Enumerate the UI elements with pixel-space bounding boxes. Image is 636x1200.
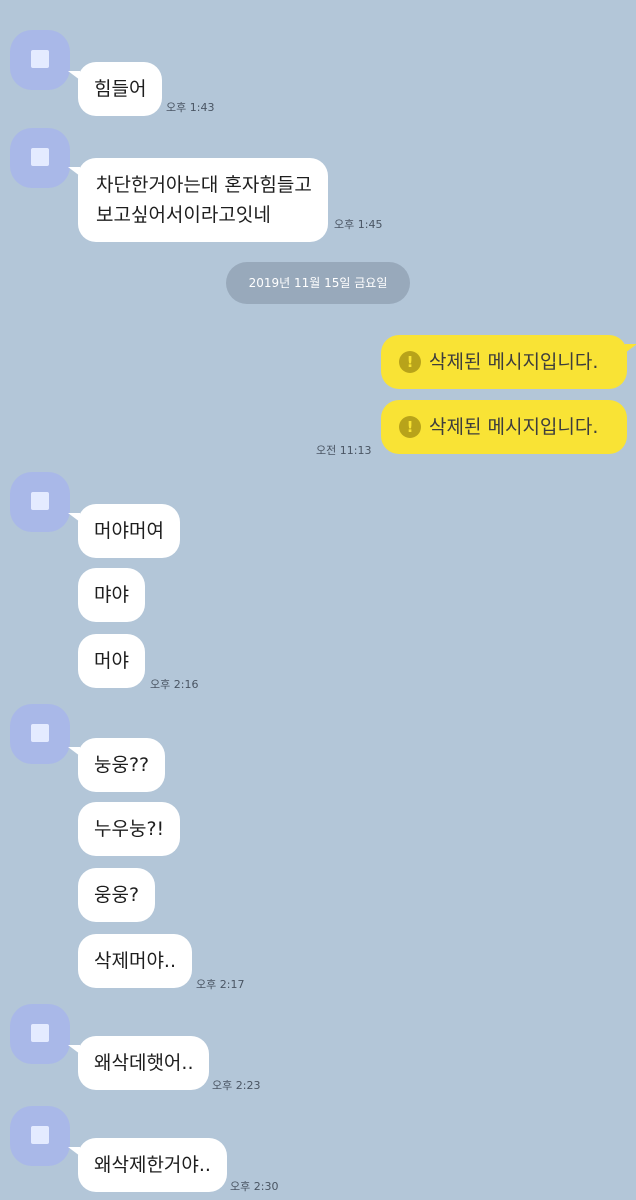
message-bubble[interactable]: 누우눙?! bbox=[78, 802, 181, 856]
avatar-placeholder-icon bbox=[31, 492, 49, 510]
message-time: 오전 11:13 bbox=[316, 444, 372, 457]
message-bubble[interactable]: 머야 bbox=[78, 634, 145, 688]
message-text: 삭제된 메시지입니다. bbox=[429, 416, 599, 438]
bubble-tail bbox=[68, 513, 80, 522]
sender-avatar[interactable] bbox=[10, 128, 70, 188]
message-time: 오후 1:45 bbox=[334, 218, 383, 231]
exclamation-circle-icon: ! bbox=[399, 351, 421, 373]
sender-avatar[interactable] bbox=[10, 704, 70, 764]
message-bubble[interactable]: 먀야 bbox=[78, 568, 145, 622]
avatar-placeholder-icon bbox=[31, 724, 49, 742]
message-bubble[interactable]: 왜삭데햇어.. bbox=[68, 1036, 210, 1090]
message-bubble[interactable]: 힘들어 bbox=[68, 62, 163, 116]
sender-avatar[interactable] bbox=[10, 1106, 70, 1166]
message-text: 삭제머야.. bbox=[94, 950, 176, 972]
message-bubble[interactable]: 웅웅? bbox=[78, 868, 156, 922]
message-text-line: 차단한거아는대 혼자힘들고 bbox=[96, 174, 312, 196]
message-bubble[interactable]: 차단한거아는대 혼자힘들고 보고싶어서이라고잇네 bbox=[68, 158, 328, 242]
bubble-tail bbox=[625, 344, 636, 353]
avatar-placeholder-icon bbox=[31, 50, 49, 68]
message-text: 머야머여 bbox=[94, 520, 164, 542]
bubble-tail bbox=[68, 71, 80, 80]
exclamation-circle-icon: ! bbox=[399, 416, 421, 438]
sender-avatar[interactable] bbox=[10, 1004, 70, 1064]
bubble-tail bbox=[68, 1045, 80, 1054]
message-text: 힘들어 bbox=[94, 78, 147, 100]
message-time: 오후 2:30 bbox=[230, 1180, 279, 1193]
message-bubble[interactable]: 머야머여 bbox=[68, 504, 180, 558]
message-text: 왜삭제한거야.. bbox=[94, 1154, 211, 1176]
message-text: 왜삭데햇어.. bbox=[94, 1052, 194, 1074]
message-text: 웅웅? bbox=[94, 884, 140, 906]
bubble-tail bbox=[68, 1147, 80, 1156]
message-text: 눙웅?? bbox=[94, 754, 150, 776]
message-text: 삭제된 메시지입니다. bbox=[429, 351, 599, 373]
deleted-message-bubble[interactable]: ! 삭제된 메시지입니다. bbox=[381, 400, 627, 454]
message-time: 오후 1:43 bbox=[166, 101, 215, 114]
message-text: 먀야 bbox=[94, 584, 129, 606]
bubble-tail bbox=[68, 747, 80, 756]
message-bubble[interactable]: 삭제머야.. bbox=[78, 934, 192, 988]
message-text: 머야 bbox=[94, 650, 129, 672]
sender-avatar[interactable] bbox=[10, 472, 70, 532]
message-time: 오후 2:17 bbox=[196, 978, 245, 991]
avatar-placeholder-icon bbox=[31, 1024, 49, 1042]
message-time: 오후 2:23 bbox=[212, 1079, 261, 1092]
avatar-placeholder-icon bbox=[31, 148, 49, 166]
sender-avatar[interactable] bbox=[10, 30, 70, 90]
date-divider: 2019년 11월 15일 금요일 bbox=[226, 262, 410, 304]
chat-room[interactable]: 힘들어 오후 1:43 차단한거아는대 혼자힘들고 보고싶어서이라고잇네 오후 … bbox=[0, 0, 636, 1200]
message-bubble[interactable]: 눙웅?? bbox=[68, 738, 166, 792]
deleted-message-bubble[interactable]: ! 삭제된 메시지입니다. bbox=[381, 335, 636, 389]
message-text: 누우눙?! bbox=[94, 818, 165, 840]
message-time: 오후 2:16 bbox=[150, 678, 199, 691]
message-bubble[interactable]: 왜삭제한거야.. bbox=[68, 1138, 227, 1192]
message-text-line: 보고싶어서이라고잇네 bbox=[96, 204, 271, 226]
bubble-tail bbox=[68, 167, 80, 176]
avatar-placeholder-icon bbox=[31, 1126, 49, 1144]
